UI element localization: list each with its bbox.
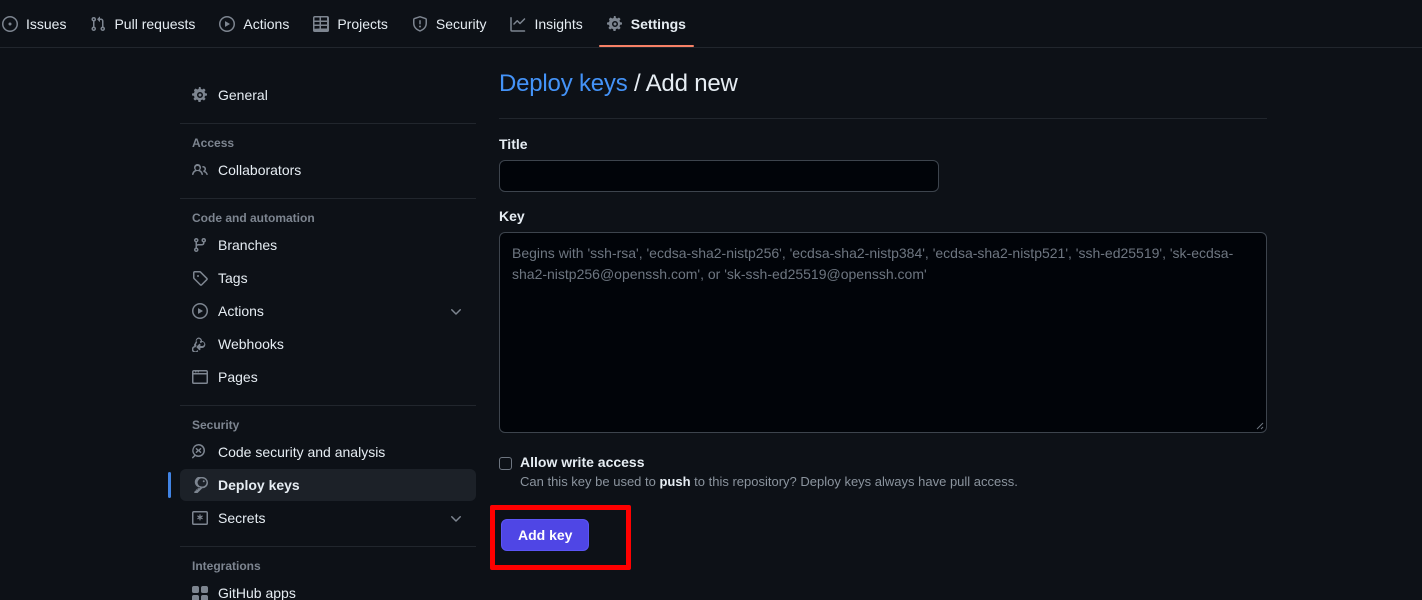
sidebar-item-code-security-and-analysis[interactable]: Code security and analysis [180,436,476,468]
hint-text-bold: push [659,474,691,490]
nav-tab-actions[interactable]: Actions [211,0,297,47]
sidebar-divider [180,123,476,124]
key-field-group: Key [499,208,1267,434]
sidebar-group-security-title: Security [192,418,240,432]
sidebar-item-collaborators-label: Collaborators [218,162,302,178]
allow-write-access-label[interactable]: Allow write access [520,454,645,470]
title-field-group: Title [499,136,1267,193]
sidebar-item-secrets[interactable]: Secrets [180,502,476,534]
sidebar-item-general-label: General [218,87,268,103]
heading-divider [499,118,1267,120]
allow-write-access-hint: Can this key be used to push to this rep… [520,474,1267,489]
git-branch-icon [192,237,208,253]
breadcrumb-separator: / [627,70,646,97]
page-title: Deploy keys / Add new [499,68,1267,99]
sidebar-item-code-security-and-analysis-label: Code security and analysis [218,444,386,460]
chevron-down-icon[interactable] [448,510,464,526]
sidebar-divider [180,546,476,547]
nav-tab-settings[interactable]: Settings [598,0,695,47]
breadcrumb-deploy-keys-link[interactable]: Deploy keys [499,70,628,97]
nav-tab-settings-label: Settings [630,15,686,32]
sidebar-divider [180,198,476,199]
gear-icon [192,87,208,103]
sidebar-item-actions[interactable]: Actions [180,295,476,327]
webhook-icon [192,336,208,352]
hint-text-after: to this repository? Deploy keys always h… [690,474,1018,490]
sidebar-group-integrations: Integrations GitHub apps [180,559,476,600]
browser-icon [192,369,208,385]
sidebar-item-webhooks-label: Webhooks [218,336,284,352]
title-input[interactable] [499,160,939,193]
nav-tab-insights-label: Insights [534,15,583,32]
sidebar-item-branches-label: Branches [218,237,278,253]
nav-tab-projects[interactable]: Projects [305,0,396,47]
table-icon [313,15,330,32]
nav-tab-issues[interactable]: Issues [0,0,74,47]
sidebar-item-branches[interactable]: Branches [180,229,476,261]
shield-icon [412,15,428,32]
sidebar-item-secrets-label: Secrets [218,510,266,526]
sidebar-item-pages[interactable]: Pages [180,361,476,393]
nav-tab-security-label: Security [435,15,487,32]
sidebar-group-access: Access Collaborators [180,136,476,186]
key-textarea[interactable] [499,232,1267,434]
sidebar-item-github-apps-label: GitHub apps [218,585,296,600]
key-textarea-wrapper [499,232,1267,434]
nav-tab-actions-label: Actions [243,15,290,32]
sidebar-group-access-title: Access [192,136,235,150]
sidebar-item-webhooks[interactable]: Webhooks [180,328,476,360]
nav-tab-pull-requests[interactable]: Pull requests [82,0,203,47]
nav-tab-security[interactable]: Security [404,0,495,47]
nav-tab-projects-label: Projects [337,15,388,32]
hint-text-before: Can this key be used to [520,474,660,490]
key-field-label: Key [499,208,525,225]
graph-icon [510,16,526,32]
sidebar-item-github-apps[interactable]: GitHub apps [180,577,476,600]
asterisk-box-icon [192,510,208,526]
issue-opened-icon [2,15,18,32]
sidebar-item-tags-label: Tags [218,270,248,286]
allow-write-access-row: Allow write access [499,454,1267,471]
codescan-icon [192,444,208,460]
nav-tab-pull-requests-label: Pull requests [114,15,196,32]
people-icon [192,162,208,178]
sidebar-group-code-and-automation-title: Code and automation [192,211,315,225]
tag-icon [192,270,208,286]
repository-nav-list: Issues Pull requests Actions Projects Se… [0,0,1422,47]
title-field-label: Title [499,136,528,153]
gear-icon [606,15,623,32]
chevron-down-icon[interactable] [448,303,464,319]
play-icon [219,15,236,32]
sidebar-divider [180,405,476,406]
sidebar-group-integrations-title: Integrations [192,559,261,573]
git-pull-request-icon [90,16,106,32]
sidebar-item-deploy-keys-label: Deploy keys [218,477,300,493]
submit-area: Add key [490,505,1267,571]
play-icon [192,303,208,319]
nav-tab-insights[interactable]: Insights [502,0,590,47]
settings-sidebar: General Access Collaborators Code and au… [168,78,476,600]
main-content: Deploy keys / Add new Title Key Begins w… [490,68,1267,571]
page-body: General Access Collaborators Code and au… [0,48,1422,600]
repository-nav-bar: Issues Pull requests Actions Projects Se… [0,0,1422,48]
sidebar-item-actions-label: Actions [218,303,264,319]
add-key-button[interactable]: Add key [501,519,590,552]
apps-icon [192,585,208,600]
sidebar-item-pages-label: Pages [218,369,258,385]
allow-write-access-checkbox[interactable] [499,457,512,471]
github-deploy-keys-add-new-page: Issues Pull requests Actions Projects Se… [0,0,1422,600]
sidebar-item-general[interactable]: General [180,79,476,111]
sidebar-item-deploy-keys[interactable]: Deploy keys [168,469,476,501]
key-icon [192,477,208,493]
breadcrumb-current: Add new [645,70,738,97]
sidebar-item-collaborators[interactable]: Collaborators [180,154,476,186]
sidebar-group-security: Security Code security and analysis Depl… [168,418,476,534]
sidebar-item-tags[interactable]: Tags [180,262,476,294]
nav-tab-issues-label: Issues [26,15,67,32]
sidebar-group-code-and-automation: Code and automation Branches Tags Action… [180,211,476,393]
